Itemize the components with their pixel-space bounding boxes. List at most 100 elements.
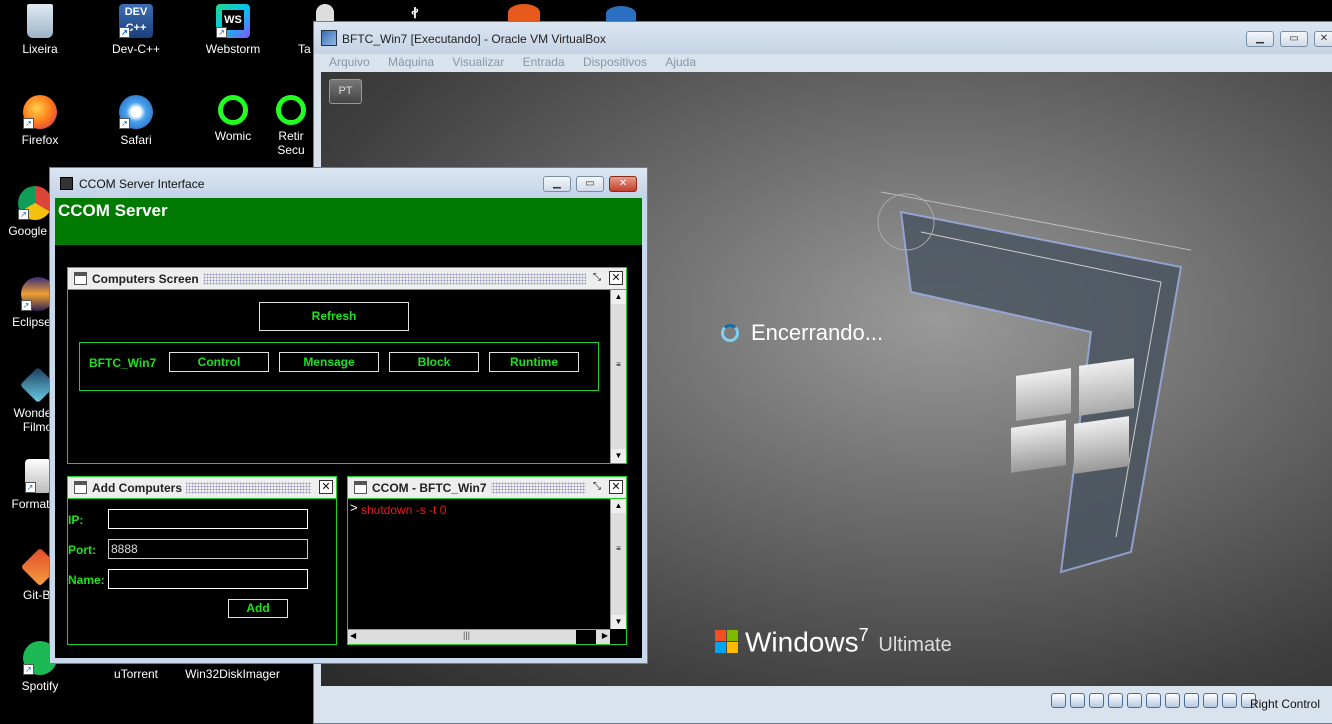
ip-field[interactable] [108,509,308,529]
computer-row: BFTC_Win7 Control Mensage Block Runtime [79,342,599,391]
console-panel: CCOM - BFTC_Win7 ⤡ ✕ > shutdown -s -t 0 … [347,476,627,645]
name-field[interactable] [108,569,308,589]
recycle-bin-icon [27,4,53,38]
scroll-down-icon[interactable]: ▼ [611,449,626,463]
desktop-icon-label: Dev-C++ [111,42,161,56]
close-icon[interactable]: ✕ [609,480,623,494]
ip-label: IP: [68,513,84,527]
ccom-titlebar[interactable]: CCOM Server Interface ▁ ▭ ✕ [50,168,647,198]
menu-entrada[interactable]: Entrada [523,54,565,71]
control-button[interactable]: Control [169,352,269,372]
minimize-button[interactable]: ▁ [1246,31,1274,47]
desktop-icon-label: Womic [214,129,252,143]
vertical-scrollbar[interactable]: ▲ ≡ ▼ [610,290,626,463]
console-output[interactable]: > shutdown -s -t 0 [348,499,610,629]
desktop-icon-recycle-bin[interactable]: Lixeira [0,4,80,56]
minimize-button[interactable]: ▁ [543,176,571,192]
port-field[interactable]: 8888 [108,539,308,559]
desktop-icon-label: uTorrent [113,667,159,681]
partial-app-icon [316,4,334,21]
port-label: Port: [68,543,96,557]
formatfactory-icon: ↗ [24,459,51,493]
usb-icon[interactable] [1127,693,1142,708]
frame-icon [354,481,367,494]
desktop-icon-womic[interactable]: Womic [193,95,273,143]
shared-folder-icon[interactable] [1146,693,1161,708]
console-header[interactable]: CCOM - BFTC_Win7 ⤡ ✕ [348,477,626,499]
computers-screen-header[interactable]: Computers Screen ⤡ ✕ [68,268,626,290]
webstorm-icon: WS ↗ [216,4,250,38]
maximize-button[interactable]: ▭ [1280,31,1308,47]
menu-visualizar[interactable]: Visualizar [452,54,504,71]
message-button[interactable]: Mensage [279,352,379,372]
recording-icon[interactable] [1184,693,1199,708]
refresh-button[interactable]: Refresh [259,302,409,331]
scroll-thumb-grip[interactable]: ≡ [611,542,626,556]
desktop-icon-retir[interactable]: Retir Secu [266,95,316,157]
windows-flag-icon [1011,358,1141,474]
partial-app-icon [606,6,636,21]
vertical-scrollbar[interactable]: ▲ ≡ ▼ [610,499,626,629]
mouse-integration-icon[interactable] [1222,693,1237,708]
block-button[interactable]: Block [389,352,479,372]
add-computers-title: Add Computers [92,481,186,495]
partial-app-icon [508,4,540,21]
close-button[interactable]: ✕ [1314,31,1332,47]
audio-icon[interactable] [1089,693,1104,708]
network-icon[interactable] [1108,693,1123,708]
desktop-icon-label: Spotify [21,679,59,693]
computers-screen-title: Computers Screen [92,272,203,286]
console-command: shutdown -s -t 0 [361,503,447,517]
menu-dispositivos[interactable]: Dispositivos [583,54,647,71]
restore-icon[interactable]: ⤡ [590,480,604,494]
menu-arquivo[interactable]: Arquivo [329,54,370,71]
restore-icon[interactable]: ⤡ [590,271,604,285]
device-indicators [1051,693,1260,713]
scroll-up-icon[interactable]: ▲ [611,290,626,304]
computers-screen-panel: Computers Screen ⤡ ✕ Refresh BFTC_Win7 C… [67,267,627,464]
console-prompt: > [350,500,358,515]
menu-maquina[interactable]: Máquina [388,54,434,71]
add-computers-header[interactable]: Add Computers ✕ [68,477,336,499]
desktop-icon-safari[interactable]: ↗ Safari [96,95,176,147]
scroll-thumb-grip[interactable]: ≡ [611,358,626,372]
scroll-left-icon[interactable]: ◀ [350,631,356,640]
partial-app-icon: ꬷ [412,5,418,21]
menu-ajuda[interactable]: Ajuda [665,54,696,71]
scroll-track-gap [576,630,596,644]
vbox-titlebar[interactable]: BFTC_Win7 [Executando] - Oracle VM Virtu… [314,22,1332,54]
desktop-icon-label: Win32DiskImager [185,667,280,681]
cpu-icon[interactable] [1203,693,1218,708]
hard-disk-icon[interactable] [1051,693,1066,708]
frame-icon [74,481,87,494]
scroll-up-icon[interactable]: ▲ [611,499,626,513]
horizontal-scrollbar[interactable]: ◀ ||| ▶ [348,629,610,644]
desktop-icon-firefox[interactable]: ↗ Firefox [0,95,80,147]
desktop-icon-devcpp[interactable]: DEV C++ ↗ Dev-C++ [96,4,176,56]
language-badge[interactable]: PT [329,79,362,104]
chrome-icon: ↗ [18,186,52,220]
optical-drive-icon[interactable] [1070,693,1085,708]
computer-name: BFTC_Win7 [89,356,157,370]
scroll-down-icon[interactable]: ▼ [611,615,626,629]
desktop-icon-sublabel: Secu [277,143,305,157]
maximize-button[interactable]: ▭ [576,176,604,192]
desktop: Lixeira ↗ Firefox ↗ Google Cl ↗ Eclipse … [0,0,1332,724]
close-icon[interactable]: ✕ [319,480,333,494]
ccom-app-icon [60,177,73,190]
close-button[interactable]: ✕ [609,176,637,192]
shutdown-status: Encerrando... [721,320,884,346]
shutdown-status-text: Encerrando... [751,320,884,345]
vbox-menubar: Arquivo Máquina Visualizar Entrada Dispo… [314,54,1332,72]
add-button[interactable]: Add [228,599,288,618]
display-icon[interactable] [1165,693,1180,708]
scroll-right-icon[interactable]: ▶ [602,631,608,640]
runtime-button[interactable]: Runtime [489,352,579,372]
desktop-icon-label: Lixeira [22,42,58,56]
frame-icon [74,272,87,285]
generic-icon [276,95,306,125]
desktop-icon-partial[interactable]: Ta [258,4,318,56]
console-title: CCOM - BFTC_Win7 [372,481,491,495]
close-icon[interactable]: ✕ [609,271,623,285]
scroll-thumb-grip[interactable]: ||| [463,630,470,640]
